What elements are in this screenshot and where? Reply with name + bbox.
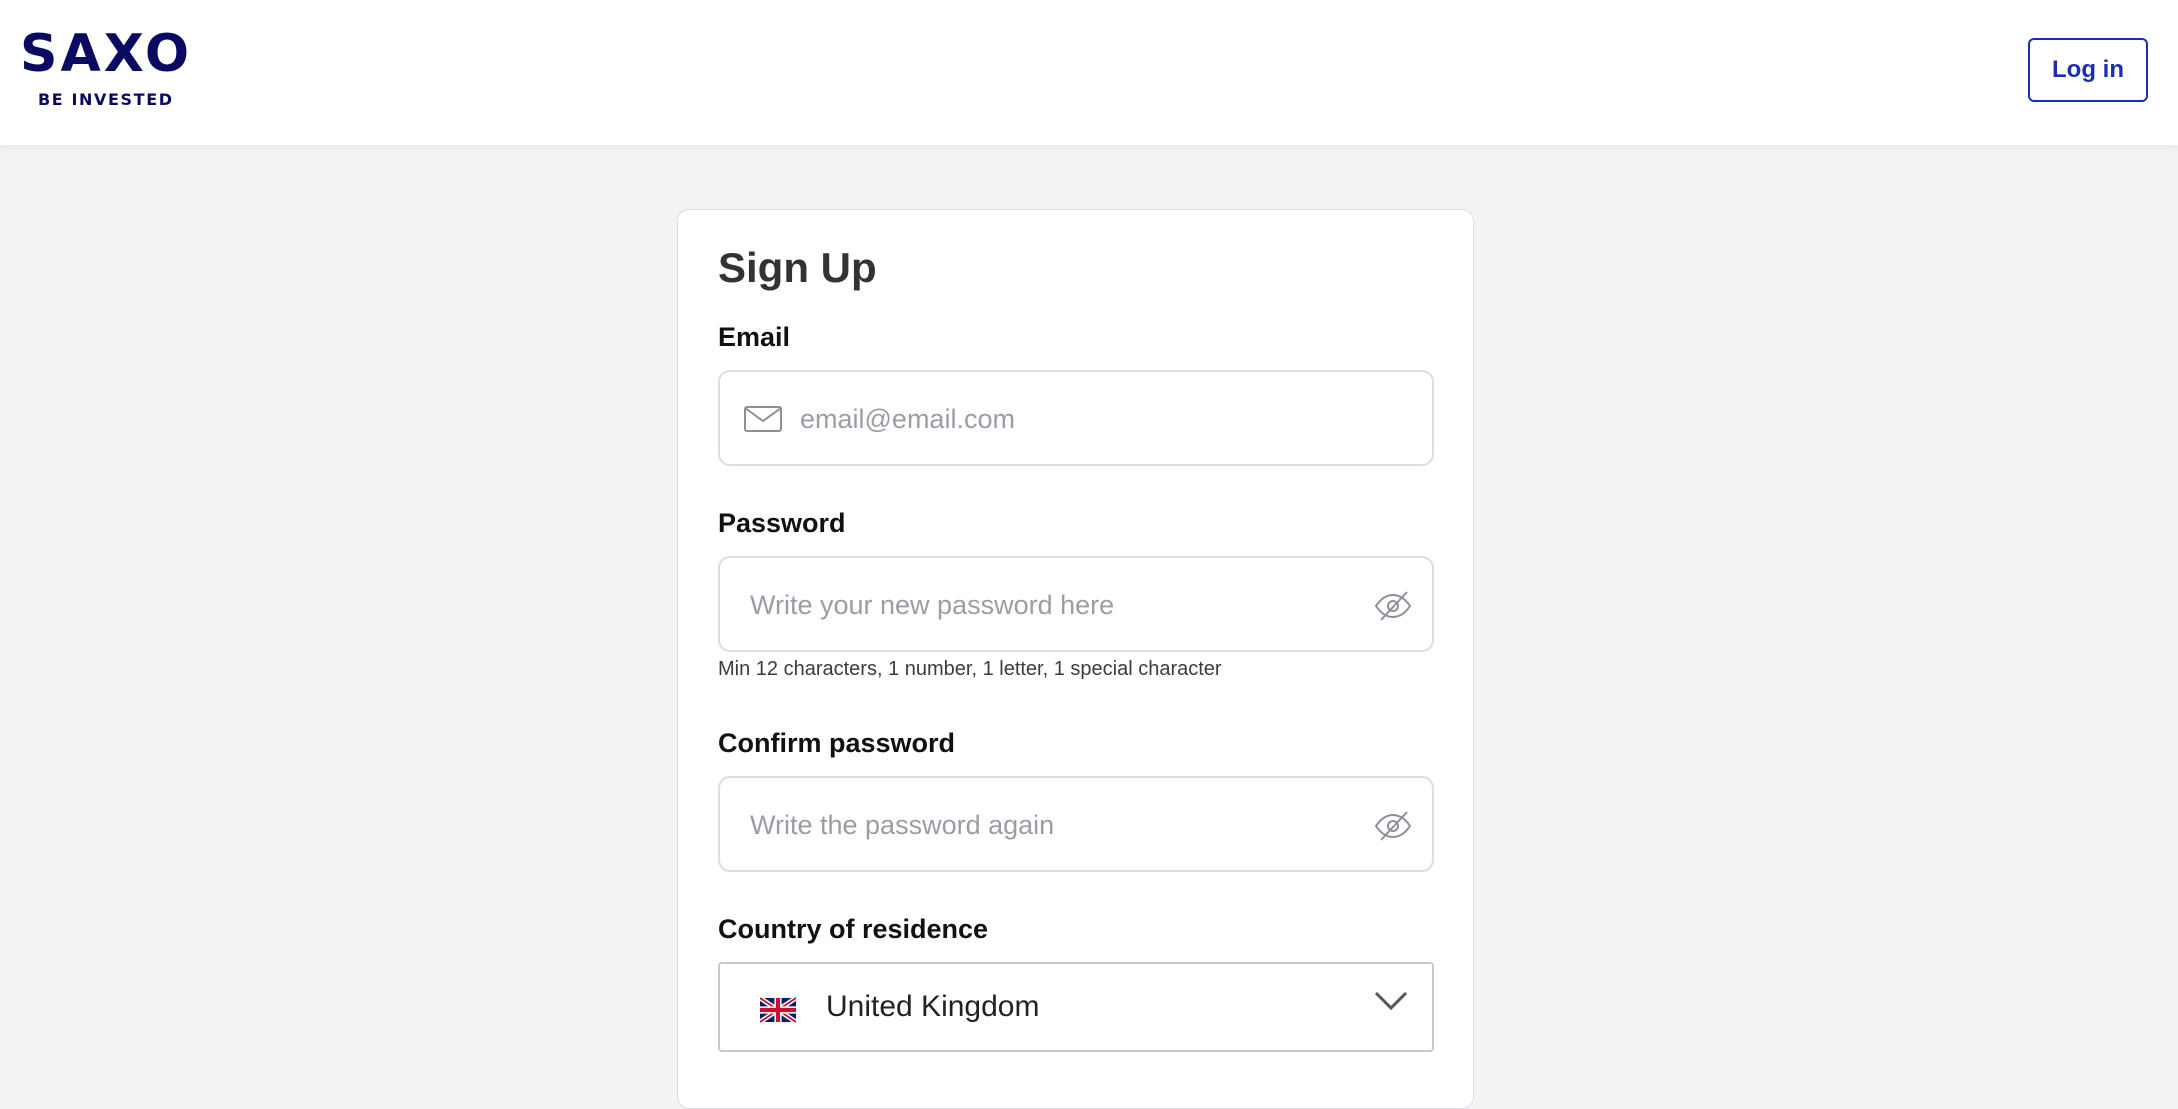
confirm-password-label: Confirm password (718, 728, 956, 758)
login-button[interactable]: Log in (2028, 38, 2148, 102)
password-hint: Min 12 characters, 1 number, 1 letter, 1… (718, 658, 1222, 680)
password-input[interactable] (748, 558, 1362, 652)
top-header: SAXO BE INVESTED Log in (0, 0, 2178, 145)
email-label: Email (718, 322, 791, 352)
logo-wordmark: SAXO (20, 24, 193, 84)
eye-slash-icon[interactable] (1374, 810, 1412, 842)
password-field-box (718, 556, 1434, 652)
chevron-down-icon (1374, 991, 1408, 1011)
eye-slash-icon[interactable] (1374, 590, 1412, 622)
logo-tagline: BE INVESTED (38, 90, 174, 109)
email-field-box (718, 370, 1434, 466)
country-label: Country of residence (718, 914, 989, 944)
page-title: Sign Up (718, 244, 877, 291)
confirm-password-field-box (718, 776, 1434, 872)
signup-card: Sign Up Email Password Min 12 characters… (677, 209, 1474, 1109)
country-select[interactable]: United Kingdom (718, 962, 1434, 1052)
saxo-logo[interactable]: SAXO BE INVESTED (20, 26, 190, 110)
email-input[interactable] (798, 372, 1412, 466)
uk-flag-icon (760, 997, 796, 1023)
password-label: Password (718, 508, 846, 538)
country-selected-value: United Kingdom (826, 990, 1040, 1023)
mail-icon (744, 406, 782, 432)
confirm-password-input[interactable] (748, 778, 1362, 872)
